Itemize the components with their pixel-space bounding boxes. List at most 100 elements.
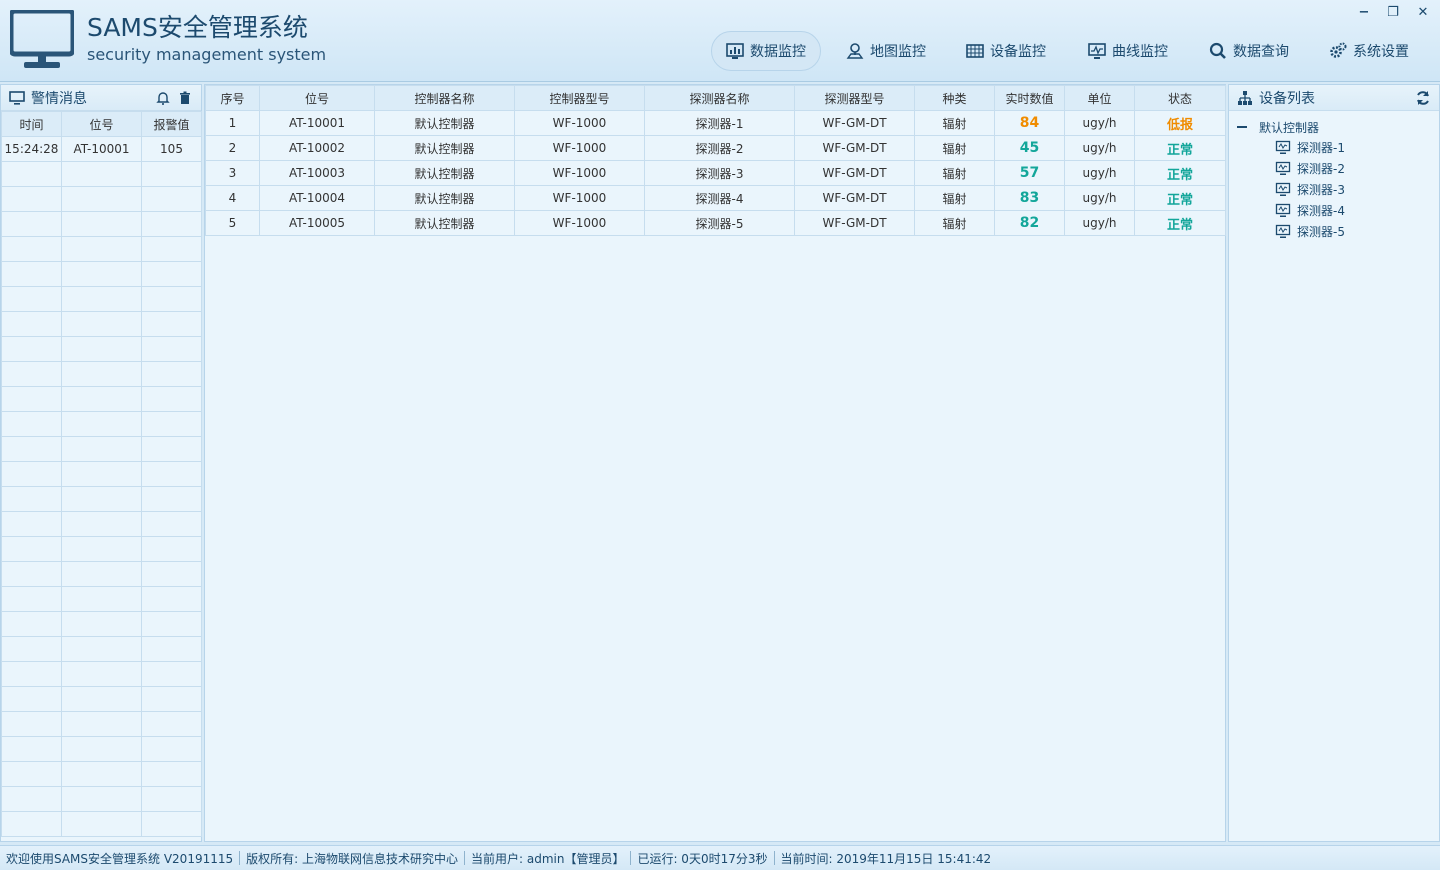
- row-detector: 探测器-2: [644, 135, 795, 161]
- column-header[interactable]: 单位: [1064, 85, 1135, 111]
- empty-cell: [61, 386, 142, 412]
- row-unit: ugy/h: [1064, 185, 1135, 211]
- column-header[interactable]: 位号: [61, 111, 142, 137]
- column-header[interactable]: 探测器型号: [794, 85, 915, 111]
- nav-device-monitor[interactable]: 设备监控: [952, 31, 1060, 71]
- tree-node-detector[interactable]: 探测器-2: [1237, 158, 1431, 179]
- tree-node-label: 探测器-4: [1297, 204, 1345, 218]
- table-row[interactable]: 3 AT-10003 默认控制器 WF-1000 探测器-3 WF-GM-DT 辐射 57 ug…: [205, 160, 1226, 186]
- empty-cell: [61, 636, 142, 662]
- close-button[interactable]: ✕: [1414, 4, 1432, 22]
- row-status: 正常: [1134, 210, 1226, 236]
- status-welcome: 欢迎使用SAMS安全管理系统 V20191115: [6, 851, 234, 866]
- empty-cell: [61, 611, 142, 637]
- row-kind: 辐射: [914, 135, 995, 161]
- empty-cell: [61, 286, 142, 312]
- empty-cell: [141, 436, 202, 462]
- data-panel: 序号 位号 控制器名称 控制器型号 探测器名称 探测器型号 种类 实时数值 单位…: [204, 84, 1226, 842]
- monitor-logo-icon: [10, 10, 74, 68]
- restore-button[interactable]: ❐: [1384, 4, 1402, 22]
- row-value: 84: [994, 110, 1065, 136]
- bell-icon[interactable]: [155, 90, 171, 106]
- detector-icon: [1275, 140, 1291, 156]
- empty-cell: [141, 636, 202, 662]
- grid-icon: [966, 42, 984, 60]
- tree-node-detector[interactable]: 探测器-5: [1237, 221, 1431, 242]
- row-controller-model: WF-1000: [514, 110, 645, 136]
- row-unit: ugy/h: [1064, 210, 1135, 236]
- column-header[interactable]: 种类: [914, 85, 995, 111]
- empty-cell: [61, 761, 142, 787]
- empty-table-row: [1, 561, 202, 587]
- table-row[interactable]: 2 AT-10002 默认控制器 WF-1000 探测器-2 WF-GM-DT 辐射 45 ug…: [205, 135, 1226, 161]
- nav-data-query[interactable]: 数据查询: [1195, 31, 1303, 71]
- empty-table-row: [1, 611, 202, 637]
- column-header[interactable]: 状态: [1134, 85, 1226, 111]
- tree-root-label: 默认控制器: [1259, 120, 1320, 135]
- tree-root-controller[interactable]: 默认控制器: [1237, 117, 1431, 137]
- nav-label: 数据查询: [1233, 44, 1289, 60]
- nav-label: 地图监控: [870, 44, 926, 60]
- row-controller: 默认控制器: [374, 210, 515, 236]
- empty-table-row: [1, 586, 202, 612]
- gears-icon: [1329, 42, 1347, 60]
- alarm-time: 15:24:28: [1, 136, 62, 162]
- table-row[interactable]: 4 AT-10004 默认控制器 WF-1000 探测器-4 WF-GM-DT 辐射 83 ug…: [205, 185, 1226, 211]
- detector-icon: [1275, 161, 1291, 177]
- refresh-icon[interactable]: [1415, 90, 1431, 106]
- column-header[interactable]: 控制器名称: [374, 85, 515, 111]
- tree-node-label: 探测器-3: [1297, 183, 1345, 197]
- alarm-panel-title: 警情消息: [31, 90, 87, 107]
- empty-cell: [141, 786, 202, 812]
- row-unit: ugy/h: [1064, 160, 1135, 186]
- status-user: 当前用户: admin【管理员】: [470, 851, 625, 866]
- nav-map-monitor[interactable]: 地图监控: [832, 31, 940, 71]
- empty-table-row: [1, 361, 202, 387]
- nav-data-monitor[interactable]: 数据监控: [711, 31, 821, 71]
- empty-cell: [1, 261, 62, 287]
- empty-table-row: [1, 736, 202, 762]
- minimize-button[interactable]: −: [1355, 4, 1373, 22]
- column-header[interactable]: 报警值: [141, 111, 202, 137]
- empty-cell: [61, 161, 142, 187]
- trash-icon[interactable]: [177, 90, 193, 106]
- empty-cell: [141, 761, 202, 787]
- table-row[interactable]: 1 AT-10001 默认控制器 WF-1000 探测器-1 WF-GM-DT 辐射 84 ug…: [205, 110, 1226, 136]
- empty-cell: [1, 761, 62, 787]
- empty-table-row: [1, 686, 202, 712]
- empty-cell: [1, 686, 62, 712]
- row-status: 正常: [1134, 185, 1226, 211]
- tree-node-detector[interactable]: 探测器-4: [1237, 200, 1431, 221]
- nav-system-settings[interactable]: 系统设置: [1315, 31, 1423, 71]
- tree-node-detector[interactable]: 探测器-3: [1237, 179, 1431, 200]
- empty-cell: [141, 411, 202, 437]
- empty-cell: [1, 286, 62, 312]
- device-panel: 设备列表 默认控制器 探测器-1 探测器-2 探测器-3 探测器-4 探测器-5: [1228, 84, 1440, 842]
- alarm-tag: AT-10001: [61, 136, 142, 162]
- table-row[interactable]: 15:24:28 AT-10001 105: [1, 136, 202, 162]
- empty-cell: [61, 486, 142, 512]
- title-bar: SAMS安全管理系统 security management system − …: [0, 0, 1440, 82]
- row-detector-model: WF-GM-DT: [794, 185, 915, 211]
- empty-cell: [141, 461, 202, 487]
- tree-node-detector[interactable]: 探测器-1: [1237, 137, 1431, 158]
- row-tag: AT-10003: [259, 160, 375, 186]
- empty-cell: [141, 686, 202, 712]
- nav-curve-monitor[interactable]: 曲线监控: [1074, 31, 1182, 71]
- column-header[interactable]: 控制器型号: [514, 85, 645, 111]
- empty-table-row: [1, 436, 202, 462]
- row-kind: 辐射: [914, 160, 995, 186]
- column-header[interactable]: 序号: [205, 85, 260, 111]
- column-header[interactable]: 探测器名称: [644, 85, 795, 111]
- empty-cell: [141, 336, 202, 362]
- row-kind: 辐射: [914, 110, 995, 136]
- data-table: 序号 位号 控制器名称 控制器型号 探测器名称 探测器型号 种类 实时数值 单位…: [205, 85, 1226, 236]
- column-header[interactable]: 实时数值: [994, 85, 1065, 111]
- table-row[interactable]: 5 AT-10005 默认控制器 WF-1000 探测器-5 WF-GM-DT 辐射 82 ug…: [205, 210, 1226, 236]
- row-controller: 默认控制器: [374, 110, 515, 136]
- collapse-icon[interactable]: [1237, 126, 1247, 128]
- empty-cell: [61, 786, 142, 812]
- column-header[interactable]: 时间: [1, 111, 62, 137]
- column-header[interactable]: 位号: [259, 85, 375, 111]
- empty-table-row: [1, 761, 202, 787]
